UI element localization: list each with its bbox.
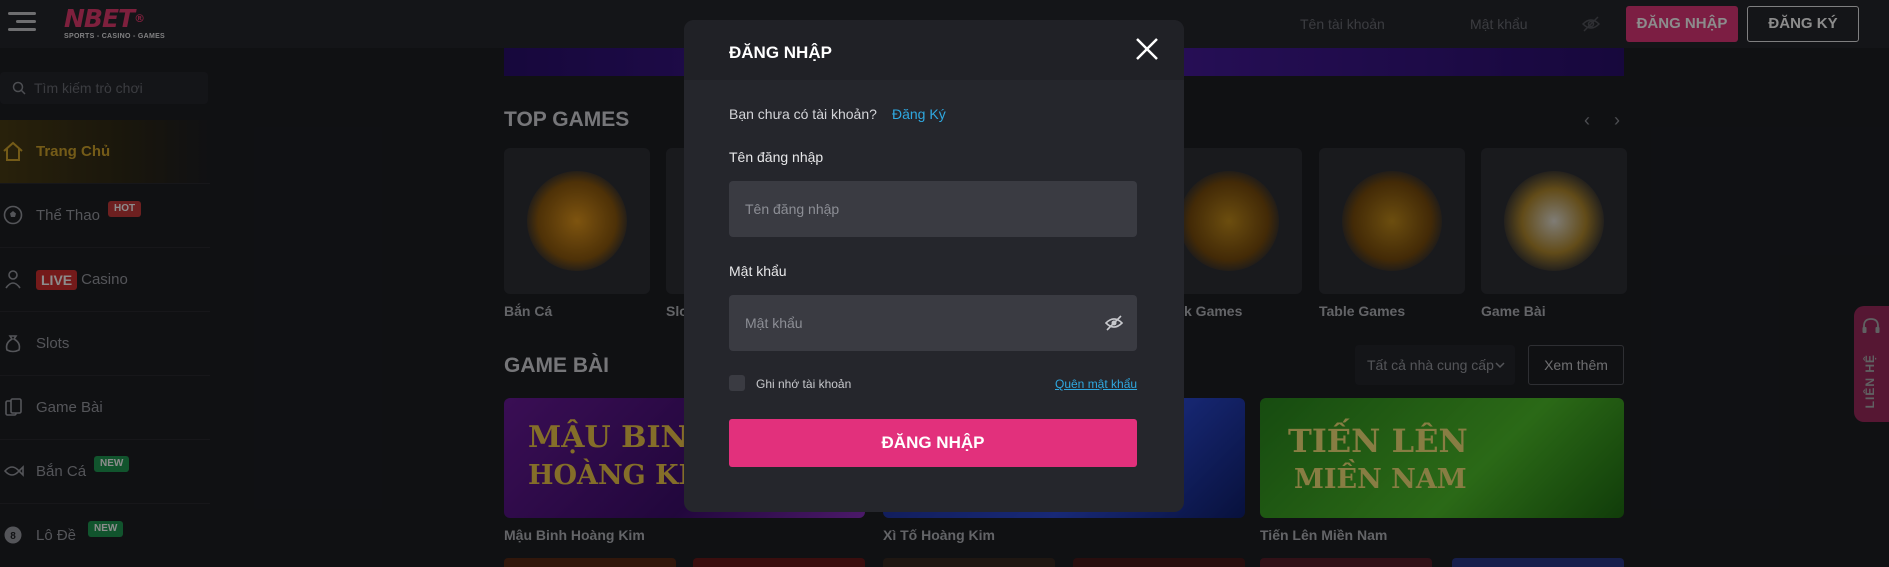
password-field[interactable]: Mật khẩu bbox=[729, 295, 1137, 351]
login-submit-button[interactable]: ĐĂNG NHẬP bbox=[729, 419, 1137, 467]
modal-header: ĐĂNG NHẬP bbox=[684, 20, 1184, 80]
forgot-password-link[interactable]: Quên mật khẩu bbox=[1055, 377, 1137, 391]
password-label: Mật khẩu bbox=[729, 263, 787, 279]
modal-title: ĐĂNG NHẬP bbox=[729, 43, 832, 62]
username-label: Tên đăng nhập bbox=[729, 149, 824, 165]
register-link[interactable]: Đăng Ký bbox=[892, 106, 946, 122]
no-account-prompt: Bạn chưa có tài khoản? bbox=[729, 106, 877, 122]
remember-checkbox[interactable] bbox=[729, 375, 745, 391]
eye-slash-icon[interactable] bbox=[1105, 315, 1123, 331]
login-modal: ĐĂNG NHẬP Bạn chưa có tài khoản? Đăng Ký… bbox=[684, 20, 1184, 512]
password-placeholder: Mật khẩu bbox=[745, 315, 803, 331]
username-field[interactable]: Tên đăng nhập bbox=[729, 181, 1137, 237]
username-placeholder: Tên đăng nhập bbox=[745, 201, 840, 217]
close-icon[interactable] bbox=[1134, 36, 1160, 62]
remember-label: Ghi nhớ tài khoản bbox=[756, 377, 852, 391]
